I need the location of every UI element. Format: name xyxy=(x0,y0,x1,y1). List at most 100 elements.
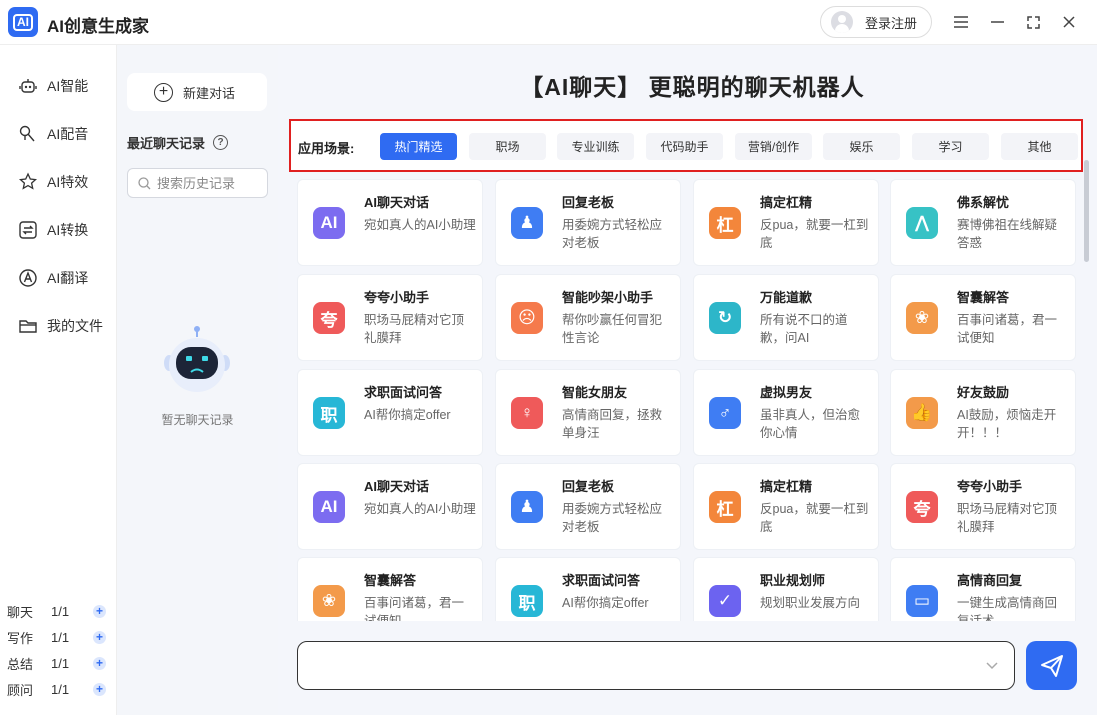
history-search-input[interactable] xyxy=(157,175,265,191)
card-icon: AI xyxy=(313,207,345,239)
card-description: 所有说不口的道歉，问AI xyxy=(760,313,848,345)
send-button[interactable] xyxy=(1026,641,1077,690)
app-card[interactable]: 夸 夸夸小助手职场马屁精对它顶礼膜拜 xyxy=(297,274,483,361)
tag-training[interactable]: 专业训练 xyxy=(557,133,634,160)
quota-summary: 总结 1/1 + xyxy=(7,653,112,673)
card-icon: 杠 xyxy=(709,207,741,239)
tag-workplace[interactable]: 职场 xyxy=(469,133,546,160)
nav-item-ai-effects[interactable]: AI特效 xyxy=(18,170,88,194)
add-quota-button[interactable]: + xyxy=(93,604,106,618)
app-logo-icon: AI xyxy=(8,7,38,37)
app-card[interactable]: 职 求职面试问答 AI帮你搞定offer xyxy=(297,369,483,456)
microphone-icon xyxy=(19,125,35,142)
card-title: 职业规划师 xyxy=(760,573,826,588)
scene-filter-bar: 应用场景: 热门精选 职场 专业训练 代码助手 营销/创作 娱乐 学习 其他 xyxy=(289,119,1083,172)
card-icon: ♀ xyxy=(511,397,543,429)
quota-label: 顾问 xyxy=(7,682,34,698)
new-chat-button[interactable]: + 新建对话 xyxy=(127,73,267,111)
app-card[interactable]: ✓ 职业规划师 规划职业发展方向 xyxy=(693,557,879,621)
left-navigation: AI智能 AI配音 AI特效 AI转换 AI翻译 我的文件 聊天 1/1 + 写… xyxy=(0,45,117,715)
card-title: 智能吵架小助手 xyxy=(562,290,654,305)
card-icon: ☹ xyxy=(511,302,543,334)
card-title: AI聊天对话 xyxy=(364,195,430,210)
search-icon xyxy=(138,176,151,189)
app-card[interactable]: 杠 搞定杠精 反pua，就要一杠到底 xyxy=(693,179,879,266)
app-card[interactable]: 杠 搞定杠精 反pua，就要一杠到底 xyxy=(693,463,879,550)
nav-label: AI翻译 xyxy=(47,270,89,286)
convert-icon xyxy=(19,221,37,239)
app-card[interactable]: ↻ 万能道歉 所有说不口的道歉，问AI xyxy=(693,274,879,361)
app-card[interactable]: 职 求职面试问答 AI帮你搞定offer xyxy=(495,557,681,621)
help-icon[interactable]: ? xyxy=(213,135,229,150)
nav-item-ai-smart[interactable]: AI智能 xyxy=(18,74,88,98)
card-icon: ❀ xyxy=(906,302,938,334)
robot-icon xyxy=(19,79,37,93)
card-description: 反pua，就要一杠到底 xyxy=(760,502,869,534)
app-card[interactable]: 夸 夸夸小助手 职场马屁精对它顶礼膜拜 xyxy=(890,463,1076,550)
app-card[interactable]: ⋀ 佛系解忧 赛博佛祖在线解疑答惑 xyxy=(890,179,1076,266)
app-card[interactable]: ♀ 智能女朋友 高情商回复，拯救单身汪 xyxy=(495,369,681,456)
app-card[interactable]: AI AI聊天对话 宛如真人的AI小助理 xyxy=(297,179,483,266)
folder-icon xyxy=(19,320,37,333)
card-title: 求职面试问答 xyxy=(364,385,443,400)
app-card[interactable]: ♂ 虚拟男友 虽非真人，但治愈你心情 xyxy=(693,369,879,456)
card-title: 夸夸小助手 xyxy=(957,479,1023,494)
card-title: 回复老板 xyxy=(562,479,615,494)
chevron-down-icon[interactable] xyxy=(984,657,1000,673)
app-card[interactable]: ☹ 智能吵架小助手帮你吵赢任何冒犯性言论 xyxy=(495,274,681,361)
card-icon: ↻ xyxy=(709,302,741,334)
history-search[interactable] xyxy=(127,168,268,198)
scrollbar[interactable] xyxy=(1084,160,1089,262)
card-description: 规划职业发展方向 xyxy=(760,596,861,610)
quota-value: 1/1 xyxy=(51,681,70,697)
tag-marketing[interactable]: 营销/创作 xyxy=(735,133,812,160)
menu-icon[interactable] xyxy=(949,10,973,34)
nav-item-ai-translate[interactable]: AI翻译 xyxy=(18,266,88,290)
card-icon: ❀ xyxy=(313,585,345,617)
add-quota-button[interactable]: + xyxy=(93,630,106,644)
nav-item-ai-dubbing[interactable]: AI配音 xyxy=(18,122,88,146)
login-register-button[interactable]: 登录注册 xyxy=(820,6,932,38)
app-card[interactable]: ♟ 回复老板 用委婉方式轻松应对老板 xyxy=(495,179,681,266)
chat-input[interactable] xyxy=(310,654,970,678)
card-description: 百事问诸葛，君一试便知 xyxy=(957,313,1058,345)
chat-input-box[interactable] xyxy=(297,641,1015,690)
nav-label: AI转换 xyxy=(47,222,89,238)
app-card[interactable]: 👍 好友鼓励 AI鼓励，烦恼走开开！！！ xyxy=(890,369,1076,456)
nav-item-my-files[interactable]: 我的文件 xyxy=(18,314,103,338)
card-title: 回复老板 xyxy=(562,195,615,210)
card-icon: 夸 xyxy=(313,302,345,334)
app-card[interactable]: AI AI聊天对话 宛如真人的AI小助理 xyxy=(297,463,483,550)
card-icon: 夸 xyxy=(906,491,938,523)
card-description: 帮你吵赢任何冒犯性言论 xyxy=(562,313,663,345)
app-card[interactable]: ❀ 智囊解答百事问诸葛，君一试便知 xyxy=(890,274,1076,361)
card-title: 智囊解答 xyxy=(957,290,1010,305)
tag-hot-picks[interactable]: 热门精选 xyxy=(380,133,457,160)
tag-learning[interactable]: 学习 xyxy=(912,133,989,160)
add-quota-button[interactable]: + xyxy=(93,656,106,670)
tag-entertainment[interactable]: 娱乐 xyxy=(823,133,900,160)
minimize-icon[interactable] xyxy=(985,10,1009,34)
scene-label: 应用场景: xyxy=(298,141,355,156)
card-description: 赛博佛祖在线解疑答惑 xyxy=(957,218,1058,250)
card-icon: 职 xyxy=(313,397,345,429)
close-icon[interactable] xyxy=(1057,10,1081,34)
card-title: 求职面试问答 xyxy=(562,573,641,588)
card-description: 职场马屁精对它顶礼膜拜 xyxy=(364,313,465,345)
new-chat-label: 新建对话 xyxy=(183,85,236,101)
add-quota-button[interactable]: + xyxy=(93,682,106,696)
app-card[interactable]: ❀ 智囊解答 百事问诸葛，君一试便知 xyxy=(297,557,483,621)
maximize-icon[interactable] xyxy=(1021,10,1045,34)
nav-label: AI智能 xyxy=(47,78,89,94)
card-title: 夸夸小助手 xyxy=(364,290,430,305)
card-description: AI帮你搞定offer xyxy=(562,596,649,610)
app-card[interactable]: ▭ 高情商回复 一键生成高情商回复话术 xyxy=(890,557,1076,621)
card-description: 高情商回复，拯救单身汪 xyxy=(562,408,663,440)
page-title: 【AI聊天】 更聪明的聊天机器人 xyxy=(520,74,865,100)
app-card[interactable]: ♟ 回复老板 用委婉方式轻松应对老板 xyxy=(495,463,681,550)
card-description: 用委婉方式轻松应对老板 xyxy=(562,218,663,250)
nav-item-ai-convert[interactable]: AI转换 xyxy=(18,218,88,242)
tag-code-assistant[interactable]: 代码助手 xyxy=(646,133,723,160)
history-panel: + 新建对话 最近聊天记录 ? 暂无聊天记录 xyxy=(117,45,278,715)
tag-other[interactable]: 其他 xyxy=(1001,133,1078,160)
